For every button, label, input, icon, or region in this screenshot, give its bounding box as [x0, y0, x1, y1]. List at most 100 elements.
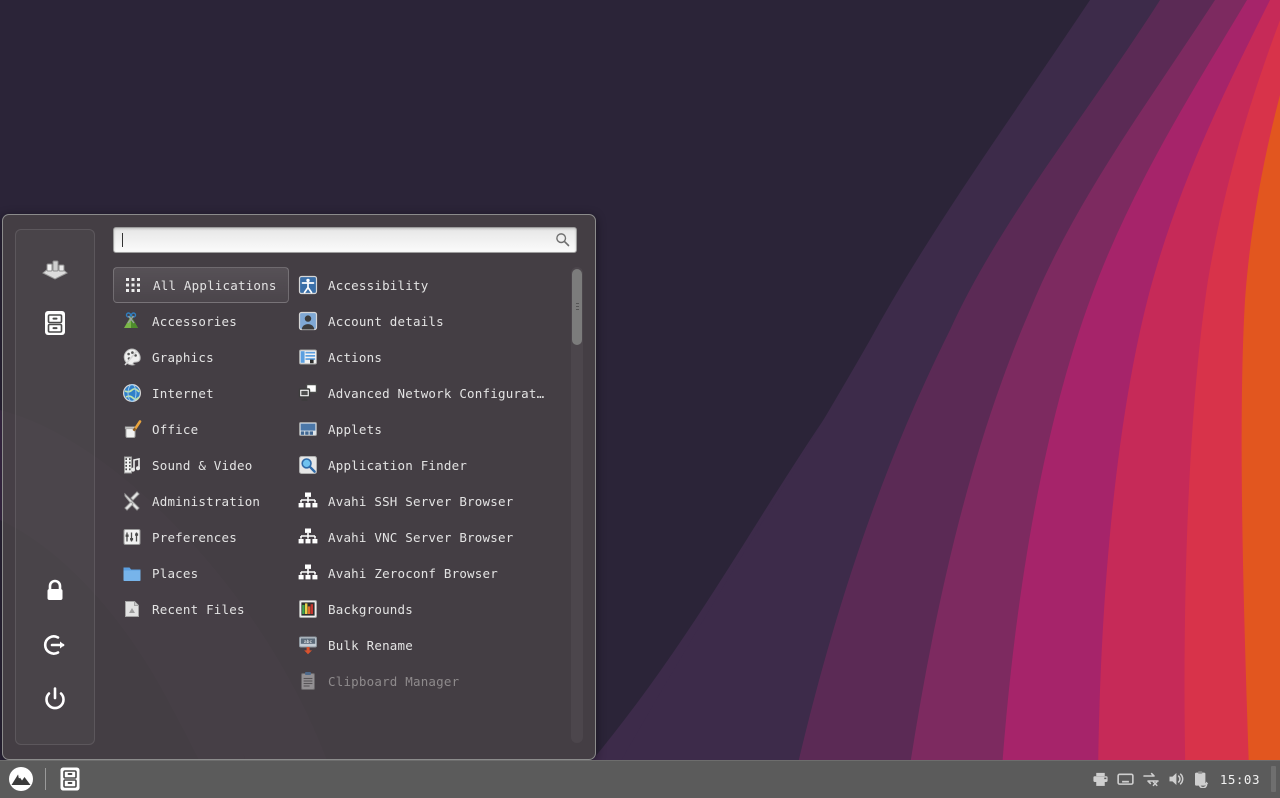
text-caret: [122, 233, 123, 247]
network-tree-icon: [297, 490, 319, 512]
app-item-advanced-network-configuration[interactable]: Advanced Network Configurat…: [289, 375, 585, 411]
app-item-label: Avahi VNC Server Browser: [328, 530, 513, 545]
app-item-backgrounds[interactable]: Backgrounds: [289, 591, 585, 627]
palette-icon: [121, 346, 143, 368]
network-tree-icon: [297, 562, 319, 584]
clock[interactable]: 15:03: [1214, 772, 1266, 787]
app-item-label: Actions: [328, 350, 382, 365]
category-internet[interactable]: Internet: [113, 375, 289, 411]
system-tray: 15:03: [1089, 764, 1280, 794]
accessories-icon: [121, 310, 143, 332]
app-item-label: Clipboard Manager: [328, 674, 459, 689]
category-recent-files[interactable]: Recent Files: [113, 591, 289, 627]
log-out-button[interactable]: [32, 622, 78, 668]
clipboard-list-icon: [297, 670, 319, 692]
app-item-label: Applets: [328, 422, 382, 437]
category-label: Sound & Video: [152, 458, 252, 473]
office-icon: [121, 418, 143, 440]
category-all-applications[interactable]: All Applications: [113, 267, 289, 303]
tools-icon: [121, 490, 143, 512]
category-label: Recent Files: [152, 602, 245, 617]
accessibility-icon: [297, 274, 319, 296]
grid-icon: [122, 274, 144, 296]
category-graphics[interactable]: Graphics: [113, 339, 289, 375]
app-item-avahi-ssh-server-browser[interactable]: Avahi SSH Server Browser: [289, 483, 585, 519]
app-item-application-finder[interactable]: Application Finder: [289, 447, 585, 483]
app-item-label: Accessibility: [328, 278, 428, 293]
category-label: Graphics: [152, 350, 214, 365]
taskbar-left-group: [0, 764, 85, 794]
category-label: Places: [152, 566, 198, 581]
magnifier-icon: [297, 454, 319, 476]
file-manager-button[interactable]: [55, 764, 85, 794]
app-list-scrollbar-thumb[interactable]: [572, 269, 582, 345]
category-places[interactable]: Places: [113, 555, 289, 591]
app-item-label: Account details: [328, 314, 444, 329]
category-list: All Applications Accessories: [113, 265, 289, 749]
app-item-label: Bulk Rename: [328, 638, 413, 653]
category-accessories[interactable]: Accessories: [113, 303, 289, 339]
applications-menu-button[interactable]: [6, 764, 36, 794]
category-label: Administration: [152, 494, 260, 509]
category-office[interactable]: Office: [113, 411, 289, 447]
whisker-application-menu[interactable]: All Applications Accessories: [2, 214, 596, 760]
app-item-label: Avahi Zeroconf Browser: [328, 566, 498, 581]
svg-text:abc: abc: [304, 639, 313, 645]
separator: [45, 768, 46, 790]
xubuntu-mouse-icon: [8, 766, 34, 792]
app-item-bulk-rename[interactable]: abc Bulk Rename: [289, 627, 585, 663]
lock-icon: [41, 577, 69, 605]
applets-icon: [297, 418, 319, 440]
app-item-clipboard-manager[interactable]: Clipboard Manager: [289, 663, 585, 699]
app-item-actions[interactable]: Actions: [289, 339, 585, 375]
panel-handle[interactable]: [1271, 766, 1276, 792]
app-item-avahi-zeroconf-browser[interactable]: Avahi Zeroconf Browser: [289, 555, 585, 591]
display-indicator[interactable]: [1114, 764, 1138, 794]
film-music-icon: [121, 454, 143, 476]
favorite-file-manager[interactable]: [32, 300, 78, 346]
app-item-label: Avahi SSH Server Browser: [328, 494, 513, 509]
scrollbar-grip: [576, 303, 579, 312]
network-tree-icon: [297, 526, 319, 548]
category-label: Internet: [152, 386, 214, 401]
category-label: All Applications: [153, 278, 277, 293]
folder-icon: [121, 562, 143, 584]
category-preferences[interactable]: Preferences: [113, 519, 289, 555]
category-label: Preferences: [152, 530, 237, 545]
menu-side-rail: [15, 229, 95, 745]
category-sound-and-video[interactable]: Sound & Video: [113, 447, 289, 483]
lock-screen-button[interactable]: [32, 568, 78, 614]
shutdown-button[interactable]: [32, 676, 78, 722]
network-indicator[interactable]: [1139, 764, 1163, 794]
app-item-applets[interactable]: Applets: [289, 411, 585, 447]
settings-manager-icon: [39, 253, 71, 285]
user-avatar-icon: [297, 310, 319, 332]
category-administration[interactable]: Administration: [113, 483, 289, 519]
taskbar-panel[interactable]: 15:03: [0, 760, 1280, 798]
app-item-accessibility[interactable]: Accessibility: [289, 267, 585, 303]
file-cabinet-icon: [57, 766, 83, 792]
sliders-icon: [121, 526, 143, 548]
search-field-wrapper[interactable]: [113, 227, 577, 253]
app-list-scrollbar-track[interactable]: [571, 267, 583, 743]
speaker-icon: [1167, 770, 1185, 788]
printer-indicator[interactable]: [1089, 764, 1113, 794]
network-config-icon: [297, 382, 319, 404]
category-label: Accessories: [152, 314, 237, 329]
app-item-avahi-vnc-server-browser[interactable]: Avahi VNC Server Browser: [289, 519, 585, 555]
search-icon[interactable]: [555, 232, 570, 247]
search-input[interactable]: [113, 227, 577, 253]
clipboard-indicator[interactable]: [1189, 764, 1213, 794]
application-list[interactable]: Accessibility Account details: [289, 265, 585, 749]
power-icon: [41, 685, 69, 713]
actions-list-icon: [297, 346, 319, 368]
favorite-settings-manager[interactable]: [32, 246, 78, 292]
app-item-label: Advanced Network Configurat…: [328, 386, 544, 401]
volume-indicator[interactable]: [1164, 764, 1188, 794]
clipboard-icon: [1192, 770, 1210, 788]
menu-columns: All Applications Accessories: [113, 265, 585, 749]
category-label: Office: [152, 422, 198, 437]
app-item-label: Application Finder: [328, 458, 467, 473]
display-icon: [1117, 771, 1134, 788]
app-item-account-details[interactable]: Account details: [289, 303, 585, 339]
